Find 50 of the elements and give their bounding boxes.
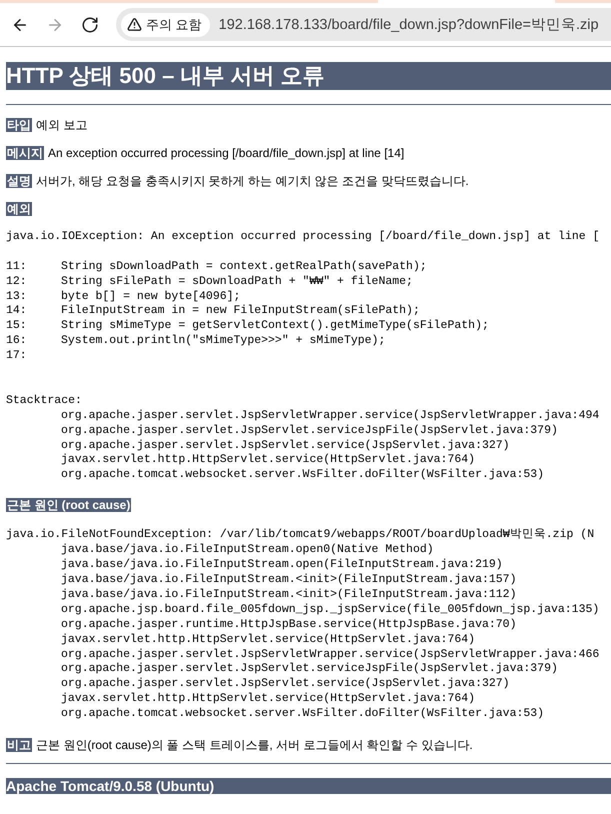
server-footer: Apache Tomcat/9.0.58 (Ubuntu) [6,778,611,794]
stack-frame: java.base/java.io.FileInputStream.<init>(FileInputStream.java:157) [61,572,516,588]
code-line: System.out.println("sMimeType>>>" + sMimeType); [61,334,386,350]
line-number: 15: [6,319,28,334]
stack-frame: org.apache.jasper.servlet.JspServlet.service(JspServlet.java:327) [61,677,510,692]
code-line: String sDownloadPath = context.getRealPath(savePath); [61,260,427,275]
code-line: byte b[] = new byte[4096]; [61,290,240,304]
code-line: String sFilePath = sDownloadPath + "₩₩" + fileName; [61,274,413,290]
field-label: 설명 [6,174,32,188]
stack-frame: javax.servlet.http.HttpServlet.service(HttpServlet.java:764) [61,453,476,468]
stack-frame: org.apache.tomcat.websocket.server.WsFilter.doFilter(WsFilter.java:53) [61,707,544,722]
stack-frame: org.apache.jasper.servlet.JspServletWrapper.service(JspServletWrapper.java:494 [61,408,600,424]
stack-frame: org.apache.jsp.board.file_005fdown_jsp._jspService(file_005fdown_jsp.java:135) [61,602,600,618]
field-label: 메시지 [6,146,44,160]
exception-message: java.io.IOException: An exception occurred processing [/board/file_down.jsp] at line [ [6,230,600,245]
field-label: 비고 [6,738,32,752]
stack-frame: java.base/java.io.FileInputStream.open(FileInputStream.java:219) [61,558,503,573]
line-number: 11: [6,260,28,275]
exception-message: java.io.FileNotFoundException: /var/lib/tomcat9/webapps/ROOT/boardUpload₩박민욱.zip (N [6,528,594,544]
page-title: HTTP 상태 500 – 내부 서버 오류 [6,62,611,90]
address-bar[interactable]: 주의 요함 192.168.178.133/board/file_down.jsp?downFile=박민욱.zip [116,8,611,41]
stack-frame: org.apache.jasper.runtime.HttpJspBase.service(HttpJspBase.java:70) [61,618,516,633]
line-number: 14: [6,304,28,320]
field-value: 예외 보고 [36,118,88,132]
stack-frame: java.base/java.io.FileInputStream.<init>(FileInputStream.java:112) [61,588,516,603]
stack-frame: org.apache.jasper.servlet.JspServlet.serviceJspFile(JspServlet.java:379) [61,424,558,439]
section-label: 근본 원인 (root cause) [6,498,132,512]
line-number: 13: [6,290,28,304]
stack-frame: java.base/java.io.FileInputStream.open0(Native Method) [61,543,434,558]
line-number: 12: [6,274,28,290]
security-chip[interactable]: 주의 요함 [121,12,210,36]
warning-icon [127,17,142,32]
stack-frame: org.apache.jasper.servlet.JspServlet.service(JspServlet.java:327) [61,438,510,454]
line-number: 17: [6,349,28,364]
field-value: An exception occurred processing [/board/file_down.jsp] at line [14] [48,146,404,160]
stack-frame: org.apache.jasper.servlet.JspServletWrapper.service(JspServletWrapper.java:466 [61,648,600,662]
line-number: 16: [6,334,28,350]
stack-frame: org.apache.jasper.servlet.JspServlet.serviceJspFile(JspServlet.java:379) [61,662,558,678]
stack-frame: javax.servlet.http.HttpServlet.service(HttpServlet.java:764) [61,692,476,708]
stacktrace-label: Stacktrace: [6,394,82,409]
code-line: FileInputStream in = new FileInputStream(sFilePath); [61,304,420,320]
url-text: 192.168.178.133/board/file_down.jsp?downFile=박민욱.zip [218,16,599,34]
field-value: 근본 원인(root cause)의 풀 스택 트레이스를, 서버 로그들에서 확인할 수 있습니다. [36,738,473,752]
stack-frame: javax.servlet.http.HttpServlet.service(HttpServlet.java:764) [61,632,476,648]
stack-frame: org.apache.tomcat.websocket.server.WsFilter.doFilter(WsFilter.java:53) [61,468,544,484]
field-label: 타입 [6,118,32,132]
field-value: 서버가, 해당 요청을 충족시키지 못하게 하는 예기치 않은 조건을 맞닥뜨렸습니다. [36,174,469,188]
code-line: String sMimeType = getServletContext().getMimeType(sFilePath); [61,319,489,334]
reload-icon [81,16,99,34]
section-label: 예외 [6,202,32,216]
